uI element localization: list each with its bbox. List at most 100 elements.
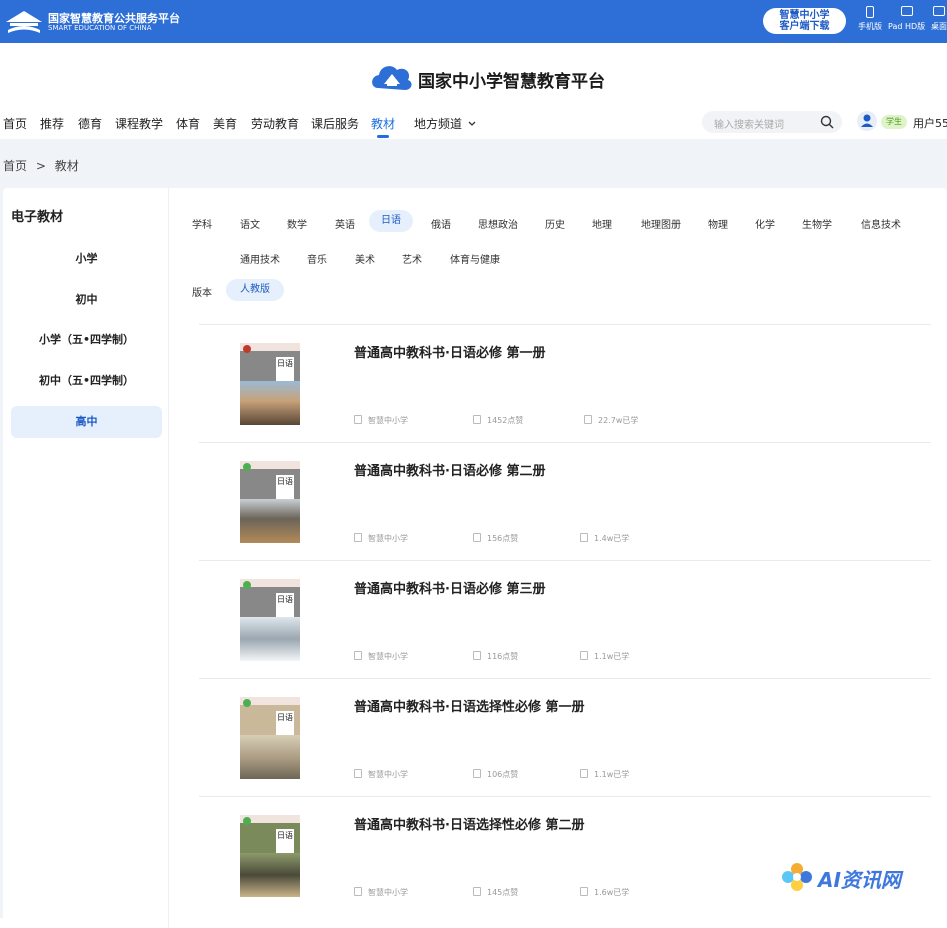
role-badge: 学生 <box>881 115 907 129</box>
cover-photo <box>240 853 300 897</box>
main-nav: 首页 推荐 德育 课程教学 体育 美育 劳动教育 课后服务 教材 地方频道 输入… <box>0 109 947 139</box>
subject-math[interactable]: 数学 <box>287 216 307 231</box>
book-cover[interactable]: 日语 <box>240 461 300 543</box>
watermark-text: AI资讯网 <box>818 868 901 892</box>
subject-english[interactable]: 英语 <box>335 216 355 231</box>
subject-politics[interactable]: 思想政治 <box>478 216 518 231</box>
user-name[interactable]: 用户55 <box>913 115 947 131</box>
subject-geography[interactable]: 地理 <box>592 216 612 231</box>
search-box[interactable]: 输入搜索关键词 <box>702 111 842 133</box>
list-item[interactable]: 日语 普通高中教科书·日语必修 第三册 智慧中小学 116点赞 1.1w已学 <box>199 560 931 678</box>
pad-version-link[interactable]: Pad HD版 <box>888 6 925 32</box>
sidebar-item-junior[interactable]: 初中 <box>11 284 162 316</box>
document-icon <box>354 651 362 660</box>
subject-pe-health[interactable]: 体育与健康 <box>450 251 500 266</box>
book-title[interactable]: 普通高中教科书·日语必修 第二册 <box>354 460 545 479</box>
sidebar-item-primary-54[interactable]: 小学（五•四学制） <box>11 324 162 356</box>
book-cover[interactable]: 日语 <box>240 697 300 779</box>
subject-geography-atlas[interactable]: 地理图册 <box>641 216 681 231</box>
sidebar-title: 电子教材 <box>11 210 64 225</box>
nav-courses[interactable]: 课程教学 <box>115 115 163 132</box>
content-area: 首页 > 教材 电子教材 小学 初中 小学（五•四学制） 初中（五•四学制） 高… <box>0 139 947 928</box>
monitor-icon <box>933 6 945 16</box>
nav-home[interactable]: 首页 <box>3 115 27 132</box>
publisher-logo-icon <box>243 345 251 353</box>
nav-labor[interactable]: 劳动教育 <box>251 115 299 132</box>
subject-chinese[interactable]: 语文 <box>240 216 260 231</box>
book-icon <box>580 651 588 660</box>
breadcrumb-separator: > <box>35 159 46 173</box>
nav-textbooks[interactable]: 教材 <box>371 115 395 132</box>
sidebar-item-junior-54[interactable]: 初中（五•四学制） <box>11 365 162 397</box>
book-title[interactable]: 普通高中教科书·日语选择性必修 第二册 <box>354 814 584 833</box>
book-title[interactable]: 普通高中教科书·日语必修 第三册 <box>354 578 545 597</box>
thumbs-up-icon <box>473 533 481 542</box>
cover-photo <box>240 617 300 661</box>
book-cover[interactable]: 日语 <box>240 579 300 661</box>
subject-biology[interactable]: 生物学 <box>802 216 832 231</box>
subject-russian[interactable]: 俄语 <box>431 216 451 231</box>
book-likes: 1452点赞 <box>473 415 523 426</box>
thumbs-up-icon <box>473 769 481 778</box>
tablet-icon <box>900 6 913 16</box>
sidebar-item-senior[interactable]: 高中 <box>11 406 162 438</box>
cover-photo <box>240 735 300 779</box>
publisher-logo-icon <box>243 463 251 471</box>
publisher-logo-icon <box>243 581 251 589</box>
thumbs-up-icon <box>473 651 481 660</box>
version-pep-chip[interactable]: 人教版 <box>226 279 284 301</box>
version-label: 版本 <box>192 288 212 299</box>
client-download-button[interactable]: 智慧中小学 客户端下载 <box>763 8 846 34</box>
cover-photo <box>240 381 300 425</box>
book-title[interactable]: 普通高中教科书·日语选择性必修 第一册 <box>354 696 584 715</box>
subject-it[interactable]: 信息技术 <box>861 216 901 231</box>
subject-art[interactable]: 艺术 <box>402 251 422 266</box>
cover-photo <box>240 499 300 543</box>
subject-history[interactable]: 历史 <box>545 216 565 231</box>
mobile-version-link[interactable]: 手机版 <box>858 6 882 32</box>
nav-moral[interactable]: 德育 <box>78 115 102 132</box>
book-likes: 145点赞 <box>473 887 518 898</box>
subject-japanese[interactable]: 日语 <box>369 210 413 232</box>
nav-sports[interactable]: 体育 <box>176 115 200 132</box>
sidebar-item-primary[interactable]: 小学 <box>11 243 162 275</box>
list-item[interactable]: 日语 普通高中教科书·日语选择性必修 第一册 智慧中小学 106点赞 1.1w已… <box>199 678 931 796</box>
avatar[interactable] <box>857 111 877 131</box>
book-cover[interactable]: 日语 <box>240 343 300 425</box>
nav-arts[interactable]: 美育 <box>213 115 237 132</box>
search-icon[interactable] <box>820 115 834 129</box>
subject-physics[interactable]: 物理 <box>708 216 728 231</box>
breadcrumb-home[interactable]: 首页 <box>3 159 27 173</box>
book-learners: 1.4w已学 <box>580 533 629 544</box>
book-source: 智慧中小学 <box>354 415 408 426</box>
book-cover[interactable]: 日语 <box>240 815 300 897</box>
brand-logo-icon <box>372 66 412 90</box>
subject-label: 学科 <box>192 220 212 231</box>
subject-fine-arts[interactable]: 美术 <box>355 251 375 266</box>
desktop-version-link[interactable]: 桌面 <box>931 6 947 32</box>
search-placeholder: 输入搜索关键词 <box>714 120 784 131</box>
publisher-logo-icon <box>243 817 251 825</box>
list-item[interactable]: 日语 普通高中教科书·日语必修 第一册 智慧中小学 1452点赞 22.7w已学 <box>199 324 931 442</box>
nav-local[interactable]: 地方频道 <box>414 115 476 132</box>
breadcrumb: 首页 > 教材 <box>3 157 79 174</box>
subject-chemistry[interactable]: 化学 <box>755 216 775 231</box>
thumbs-up-icon <box>473 415 481 424</box>
subject-music[interactable]: 音乐 <box>307 251 327 266</box>
book-title[interactable]: 普通高中教科书·日语必修 第一册 <box>354 342 545 361</box>
cover-title: 日语 <box>276 475 294 499</box>
nav-recommend[interactable]: 推荐 <box>40 115 64 132</box>
book-learners: 1.1w已学 <box>580 651 629 662</box>
cover-title: 日语 <box>276 711 294 735</box>
subject-general-tech[interactable]: 通用技术 <box>240 251 280 266</box>
list-item[interactable]: 日语 普通高中教科书·日语必修 第二册 智慧中小学 156点赞 1.4w已学 <box>199 442 931 560</box>
book-learners: 22.7w已学 <box>584 415 638 426</box>
cover-title: 日语 <box>276 357 294 381</box>
thumbs-up-icon <box>473 887 481 896</box>
breadcrumb-current: 教材 <box>54 159 79 173</box>
textbook-panel: 电子教材 小学 初中 小学（五•四学制） 初中（五•四学制） 高中 学科 语文 … <box>3 188 947 928</box>
book-source: 智慧中小学 <box>354 887 408 898</box>
nav-afterschool[interactable]: 课后服务 <box>311 115 359 132</box>
top-bar: 国家智慧教育公共服务平台 SMART EDUCATION OF CHINA 智慧… <box>0 0 947 43</box>
platform-logo-icon <box>6 11 42 33</box>
